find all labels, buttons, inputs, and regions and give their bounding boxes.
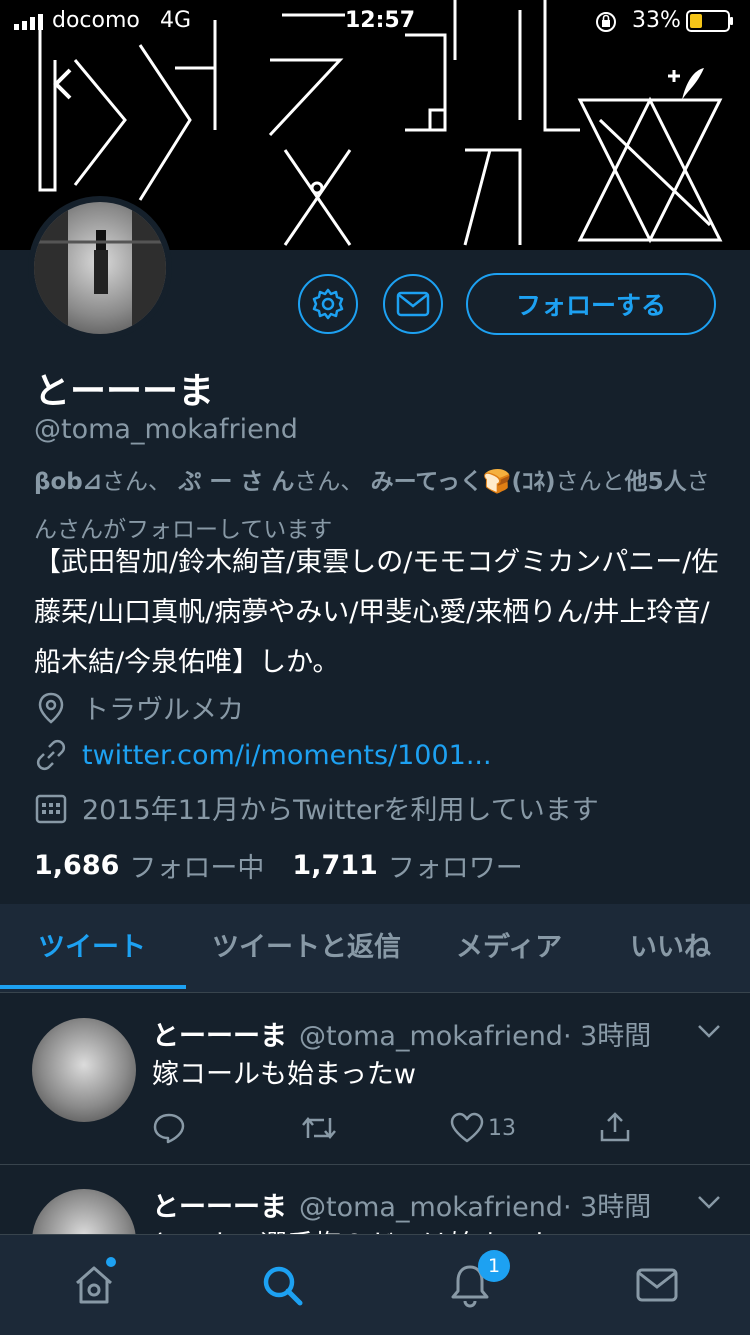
profile-tabs: ツイート ツイートと返信 メディア いいね xyxy=(0,904,750,993)
clock: 12:57 xyxy=(345,8,416,33)
carrier-label: docomo xyxy=(52,8,140,33)
signal-icon xyxy=(14,14,43,30)
tweet[interactable]: とーーーま @toma_mokafriend· 3時間 嫁コールも始まったw 13 xyxy=(0,992,750,1165)
follow-button[interactable]: フォローする xyxy=(466,273,716,335)
tweet-author-handle: @toma_mokafriend xyxy=(299,1192,563,1223)
followers-label: フォロワー xyxy=(387,853,523,884)
active-tab-indicator xyxy=(0,985,186,989)
notification-badge: 1 xyxy=(478,1250,510,1282)
network-label: 4G xyxy=(160,8,192,33)
followers-count: 1,711 xyxy=(292,850,378,881)
compose-tweet-icon[interactable] xyxy=(664,64,710,106)
link-icon xyxy=(36,739,66,771)
heart-icon xyxy=(450,1112,484,1143)
followed-by-others: 他5人 xyxy=(624,469,687,495)
battery-percent: 33% xyxy=(632,8,681,33)
message-button[interactable] xyxy=(383,274,443,334)
retweet-button[interactable] xyxy=(300,1112,338,1144)
reply-button[interactable] xyxy=(152,1112,186,1144)
profile-avatar[interactable] xyxy=(28,196,172,340)
rotation-lock-icon xyxy=(596,12,616,32)
tab-tweets[interactable]: ツイート xyxy=(38,904,146,992)
messages-envelope-icon[interactable] xyxy=(636,1267,678,1303)
search-icon[interactable] xyxy=(260,1263,304,1307)
share-icon xyxy=(600,1112,630,1142)
tab-media[interactable]: メディア xyxy=(456,904,562,992)
tweet-avatar[interactable] xyxy=(32,1018,136,1122)
following-label: フォロー中 xyxy=(129,853,265,884)
retweet-icon xyxy=(302,1117,336,1139)
chevron-down-icon[interactable] xyxy=(696,1193,722,1211)
tweet-author-name: とーーーま xyxy=(152,1021,287,1052)
back-icon[interactable] xyxy=(50,66,76,102)
location-row: トラヴルメカ xyxy=(34,688,244,727)
settings-button[interactable] xyxy=(298,274,358,334)
joined-row: 2015年11月からTwitterを利用しています xyxy=(34,788,599,827)
follow-stats: 1,686 フォロー中 1,711 フォロワー xyxy=(34,846,523,885)
avatar-photo xyxy=(34,202,166,334)
tweet-text: 嫁コールも始まったw xyxy=(152,1059,417,1090)
following-count: 1,686 xyxy=(34,850,120,881)
reply-icon xyxy=(153,1113,185,1144)
tweet-author-handle: @toma_mokafriend xyxy=(299,1021,563,1052)
like-count: 13 xyxy=(488,1115,516,1141)
battery-icon xyxy=(686,10,733,32)
followed-by-suffix-3: さんと xyxy=(555,469,625,495)
followed-by-suffix-2: さん、 xyxy=(294,469,371,495)
followers-stat[interactable]: 1,711 フォロワー xyxy=(292,846,522,885)
follower-name-2: ぷ ー さ ん xyxy=(178,469,295,495)
tweet-header: とーーーま @toma_mokafriend· 3時間 xyxy=(152,1014,651,1053)
chevron-down-icon[interactable] xyxy=(696,1022,722,1040)
profile-bio: 【武田智加/鈴木絢音/東雲しの/モモコグミカンパニー/佐藤栞/山口真帆/病夢やみ… xyxy=(34,547,719,678)
followed-by-suffix-1: さん、 xyxy=(102,469,179,495)
home-icon[interactable] xyxy=(72,1263,116,1307)
follower-name-1: βob⊿ xyxy=(34,469,103,495)
location-text: トラヴルメカ xyxy=(82,695,244,726)
like-button[interactable]: 13 xyxy=(450,1112,516,1144)
tweet-time: · 3時間 xyxy=(562,1192,652,1223)
tweet-author-name: とーーーま xyxy=(152,1192,287,1223)
website-link[interactable]: twitter.com/i/moments/1001... xyxy=(82,740,492,771)
status-bar: docomo 4G 12:57 33% xyxy=(0,0,750,42)
calendar-icon xyxy=(35,794,67,823)
following-stat[interactable]: 1,686 フォロー中 xyxy=(34,846,264,885)
bottom-navigation: 1 xyxy=(0,1234,750,1335)
home-new-indicator xyxy=(106,1257,116,1267)
joined-date: 2015年11月からTwitterを利用しています xyxy=(82,795,599,826)
website-row[interactable]: twitter.com/i/moments/1001... xyxy=(34,738,492,772)
share-button[interactable] xyxy=(598,1110,632,1144)
tab-tweets-replies[interactable]: ツイートと返信 xyxy=(212,904,401,992)
tweet-time: · 3時間 xyxy=(562,1021,652,1052)
gear-icon xyxy=(312,288,344,320)
display-name: とーーーま xyxy=(34,371,215,412)
envelope-icon xyxy=(396,291,430,317)
tab-likes[interactable]: いいね xyxy=(630,904,711,992)
follower-name-3: みーてっく🍞(ｺﾈ) xyxy=(370,469,556,495)
tweet-header: とーーーま @toma_mokafriend· 3時間 xyxy=(152,1185,651,1224)
location-pin-icon xyxy=(38,692,64,724)
username-handle: @toma_mokafriend xyxy=(34,414,298,445)
